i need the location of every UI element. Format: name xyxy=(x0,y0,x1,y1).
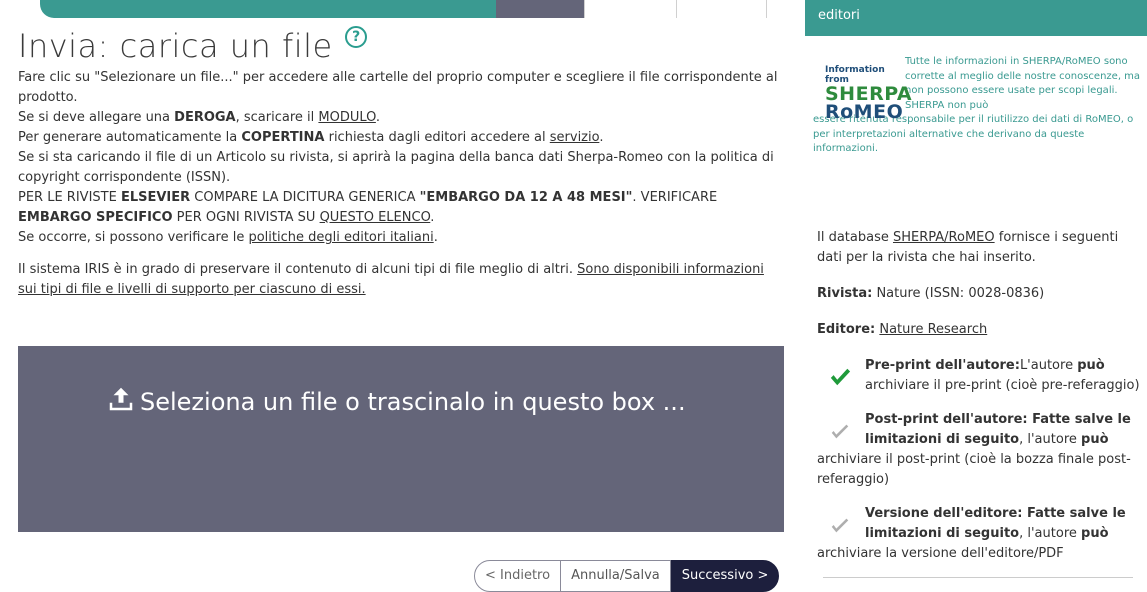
partial-check-icon xyxy=(831,518,849,533)
text: Se si deve allegare una xyxy=(18,110,175,125)
stepper-divider xyxy=(584,0,585,18)
check-icon xyxy=(830,368,851,386)
permission-text: Versione dell'editore: Fatte salve le li… xyxy=(817,504,1147,544)
text: , l'autore xyxy=(1019,432,1082,447)
permission-text: Post-print dell'autore: Fatte salve le l… xyxy=(817,410,1147,450)
page-title: Invia: carica un file xyxy=(18,27,333,65)
romeo-disclaimer-block: Information from SHERPA RoMEO Tutte le i… xyxy=(813,55,1147,157)
bold-text: ELSEVIER xyxy=(120,190,191,205)
journal-policy: Il database SHERPA/RoMEO fornisce i segu… xyxy=(817,228,1147,578)
policy-intro: Il database SHERPA/RoMEO fornisce i segu… xyxy=(817,228,1147,268)
main-content: Invia: carica un file ? Fare clic su "Se… xyxy=(18,24,786,300)
file-dropzone[interactable]: Seleziona un file o trascinalo in questo… xyxy=(18,346,784,532)
permission-title: Pre-print dell'autore: xyxy=(865,358,1020,373)
questo-elenco-link[interactable]: QUESTO ELENCO xyxy=(320,210,431,225)
instruction-line: PER LE RIVISTE ELSEVIER COMPARE LA DICIT… xyxy=(18,188,786,228)
bold-text: può xyxy=(1077,358,1105,373)
journal-value: Nature (ISSN: 0028-0836) xyxy=(872,286,1045,301)
text: Il database xyxy=(817,230,893,245)
publisher-info: Editore: Nature Research xyxy=(817,320,1147,340)
divider xyxy=(823,577,1133,578)
politiche-editori-link[interactable]: politiche degli editori italiani xyxy=(248,230,433,245)
logo-line: RoMEO xyxy=(825,101,904,123)
bold-text: "EMBARGO DA 12 A 48 MESI" xyxy=(419,190,633,205)
text: . xyxy=(433,230,438,245)
permission-postprint: Post-print dell'autore: Fatte salve le l… xyxy=(817,410,1147,490)
support-info: Il sistema IRIS è in grado di preservare… xyxy=(18,260,786,300)
text: Il sistema IRIS è in grado di preservare… xyxy=(18,262,578,277)
text: . xyxy=(599,130,604,145)
dropzone-content[interactable]: Seleziona un file o trascinalo in questo… xyxy=(106,384,686,416)
help-icon[interactable]: ? xyxy=(345,26,368,48)
logo-line: Information from xyxy=(825,65,885,85)
back-button[interactable]: < Indietro xyxy=(474,560,562,592)
journal-info: Rivista: Nature (ISSN: 0028-0836) xyxy=(817,284,1147,304)
modulo-link[interactable]: MODULO xyxy=(318,110,375,125)
dropzone-label: Seleziona un file o trascinalo in questo… xyxy=(140,388,686,416)
text: Se occorre, si possono verificare le xyxy=(18,230,249,245)
journal-label: Rivista: xyxy=(817,286,873,301)
page-title-row: Invia: carica un file ? xyxy=(18,24,786,68)
stepper-completed-segment xyxy=(40,0,498,18)
sherpa-romeo-logo: Information from SHERPA RoMEO xyxy=(825,65,912,123)
stepper-divider xyxy=(766,0,767,18)
partial-check-icon xyxy=(831,424,849,439)
progress-stepper xyxy=(0,0,805,22)
permission-detail: archiviare la versione dell'editore/PDF xyxy=(817,546,1064,561)
servizio-link[interactable]: servizio xyxy=(550,130,600,145)
text: PER OGNI RIVISTA SU xyxy=(172,210,320,225)
sherpa-romeo-sidebar: editori Information from SHERPA RoMEO Tu… xyxy=(805,0,1147,584)
text: . xyxy=(430,210,435,225)
upload-icon xyxy=(109,387,133,411)
bold-text: COPERTINA xyxy=(241,130,325,145)
publisher-link[interactable]: Nature Research xyxy=(879,322,987,337)
sherpa-romeo-link[interactable]: SHERPA/RoMEO xyxy=(893,230,995,245)
instruction-line: Se si deve allegare una DEROGA, scaricar… xyxy=(18,108,786,128)
bold-text: può xyxy=(1081,432,1109,447)
stepper-current-segment xyxy=(496,0,584,18)
cancel-save-button[interactable]: Annulla/Salva xyxy=(561,560,671,592)
text: , scaricare il xyxy=(235,110,319,125)
bold-text: EMBARGO SPECIFICO xyxy=(18,210,173,225)
permission-preprint: Pre-print dell'autore:L'autore può archiv… xyxy=(817,356,1147,396)
instruction-line: Fare clic su "Selezionare un file..." pe… xyxy=(18,70,778,105)
text: L'autore xyxy=(1019,358,1078,373)
text: . xyxy=(375,110,381,125)
instructions: Fare clic su "Selezionare un file..." pe… xyxy=(18,68,786,300)
bold-text: DEROGA xyxy=(174,110,236,125)
wizard-navigation: < Indietro Annulla/Salva Successivo > xyxy=(474,560,780,592)
instruction-line: Per generare automaticamente la COPERTIN… xyxy=(18,128,786,148)
permission-text: Pre-print dell'autore:L'autore può archiv… xyxy=(817,356,1147,396)
text: . VERIFICARE xyxy=(632,190,718,205)
text: richiesta dagli editori accedere al xyxy=(324,130,550,145)
permission-publisher-version: Versione dell'editore: Fatte salve le li… xyxy=(817,504,1147,564)
publisher-label: Editore: xyxy=(817,322,876,337)
instruction-line: Se occorre, si possono verificare le pol… xyxy=(18,228,786,248)
next-button[interactable]: Successivo > xyxy=(670,560,780,592)
text: Per generare automaticamente la xyxy=(18,130,242,145)
text: , l'autore xyxy=(1019,526,1082,541)
text: PER LE RIVISTE xyxy=(18,190,121,205)
text: COMPARE LA DICITURA GENERICA xyxy=(190,190,420,205)
instruction-line: Se si sta caricando il file di un Artico… xyxy=(18,150,774,185)
permission-detail: archiviare il post-print (cioè la bozza … xyxy=(817,452,1131,487)
sidebar-header: editori xyxy=(805,0,1147,36)
bold-text: può xyxy=(1081,526,1109,541)
stepper-divider xyxy=(676,0,677,18)
text: archiviare il pre-print (cioè pre-refera… xyxy=(865,378,1140,393)
